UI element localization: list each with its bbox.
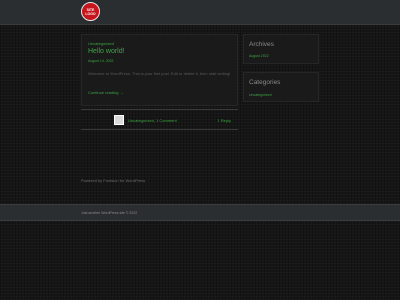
post-footer: Uncategorized, 1 Comment 1 Reply (81, 109, 238, 130)
post-date[interactable]: August 14, 2022 (88, 59, 114, 63)
archive-link[interactable]: August 2022 (249, 54, 269, 58)
categories-title: Categories (249, 79, 281, 86)
logo-text: SITE LOGO (85, 8, 96, 16)
continue-reading-link[interactable]: Continue reading → (88, 90, 124, 95)
post-meta-links[interactable]: Uncategorized, 1 Comment (128, 118, 177, 123)
post-card: Uncategorized Hello world! August 14, 20… (81, 34, 238, 106)
category-link[interactable]: Uncategorized (249, 93, 272, 97)
site-logo[interactable]: SITE LOGO (81, 2, 100, 21)
categories-widget: Categories Uncategorized (243, 72, 319, 102)
author-avatar[interactable] (114, 115, 124, 125)
powered-by-text[interactable]: Powered by Fontsion for WordPress (81, 178, 145, 183)
archives-widget: Archives August 2022 (243, 34, 319, 64)
post-title[interactable]: Hello world! (88, 48, 125, 55)
post-category-link[interactable]: Uncategorized (88, 41, 114, 46)
archives-title: Archives (249, 41, 274, 48)
site-header: SITE LOGO (0, 0, 400, 25)
site-footer-bar: Just another WordPress site © 2022 (0, 204, 400, 221)
reply-link[interactable]: 1 Reply (217, 118, 231, 123)
copyright-text: Just another WordPress site © 2022 (81, 211, 138, 215)
post-excerpt: Welcome to WordPress. This is your first… (88, 71, 231, 76)
